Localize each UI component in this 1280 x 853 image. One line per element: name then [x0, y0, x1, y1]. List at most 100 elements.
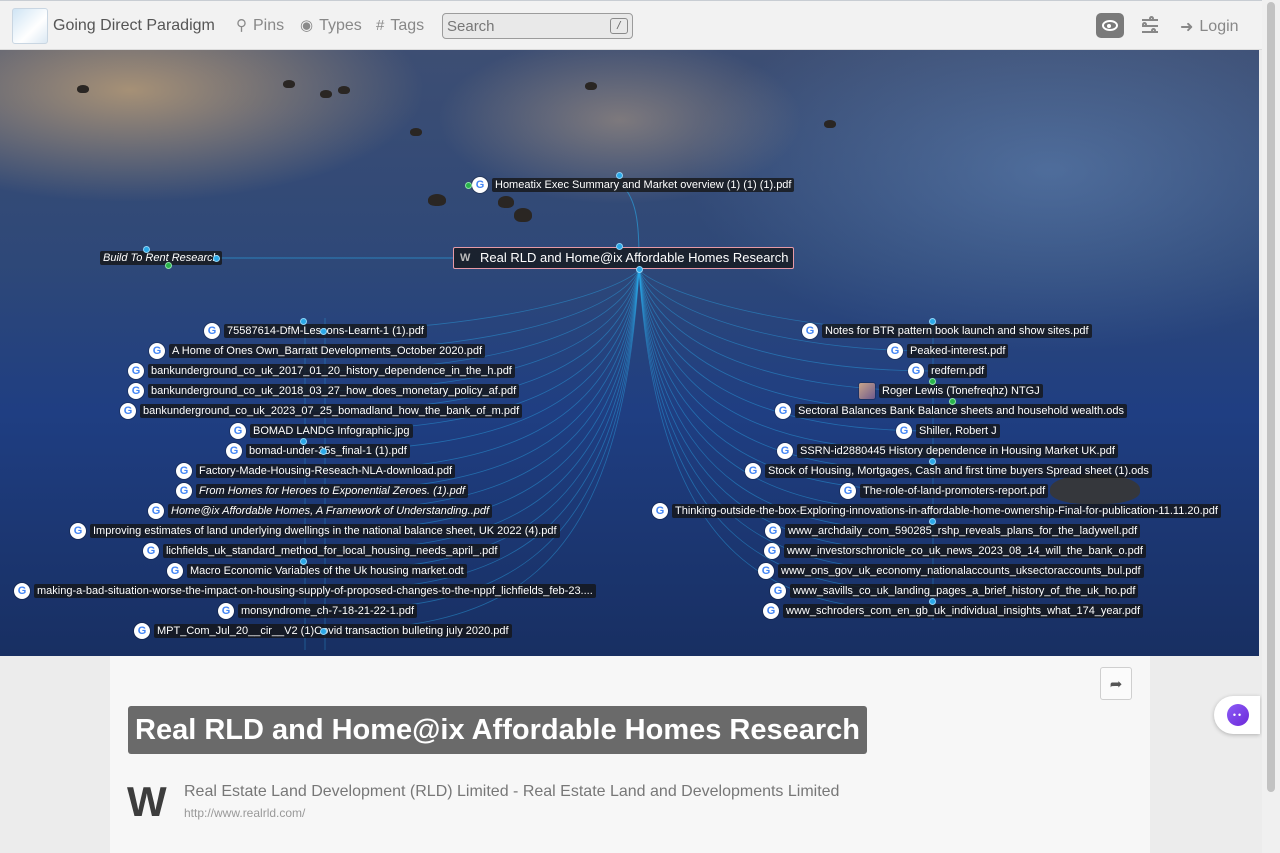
left-node-label: bankunderground_co_uk_2023_07_25_bomadla…: [140, 404, 523, 418]
google-icon: G: [770, 583, 786, 599]
left-node-label: bankunderground_co_uk_2017_01_20_history…: [148, 364, 515, 378]
left-parent-label: Build To Rent Research: [100, 251, 222, 265]
avatar-icon: [859, 383, 875, 399]
google-icon: G: [70, 523, 86, 539]
right-node[interactable]: Gwww_schroders_com_en_gb_uk_individual_i…: [763, 602, 1144, 620]
graph-node-dot[interactable]: [929, 598, 936, 605]
graph-node-dot[interactable]: [213, 255, 220, 262]
link-preview-url[interactable]: http://www.realrld.com/: [184, 806, 305, 820]
graph-node-dot[interactable]: [300, 558, 307, 565]
google-icon: G: [226, 443, 242, 459]
right-node[interactable]: Gwww_savills_co_uk_landing_pages_a_brief…: [770, 582, 1139, 600]
page-scrollbar[interactable]: [1262, 0, 1280, 853]
graph-link: [638, 269, 934, 452]
graph-node-dot[interactable]: [320, 628, 327, 635]
nav-pins[interactable]: ⚲ Pins: [236, 17, 284, 35]
view-toggle-button[interactable]: [1096, 13, 1124, 38]
nav-pins-label: Pins: [253, 17, 285, 34]
right-node-label: redfern.pdf: [928, 364, 988, 378]
right-node[interactable]: Gwww_archdaily_com_590285_rshp_reveals_p…: [765, 522, 1141, 540]
center-node[interactable]: W Real RLD and Home@ix Affordable Homes …: [453, 247, 794, 269]
graph-node-dot[interactable]: [929, 458, 936, 465]
chat-assistant-button[interactable]: ••: [1214, 696, 1260, 734]
graph-node-dot[interactable]: [616, 172, 623, 179]
graph-node-dot[interactable]: [929, 518, 936, 525]
left-node[interactable]: Gbankunderground_co_uk_2018_03_27_how_do…: [128, 382, 520, 400]
link-preview-title[interactable]: Real Estate Land Development (RLD) Limit…: [184, 783, 839, 801]
google-icon: G: [765, 523, 781, 539]
graph-node-dot[interactable]: [300, 438, 307, 445]
login-link[interactable]: ➜ Login: [1180, 17, 1239, 37]
graph-node-dot[interactable]: [465, 182, 472, 189]
google-icon: G: [128, 363, 144, 379]
right-node[interactable]: G The-role-of-land-promoters-report.pdf: [840, 482, 1049, 500]
right-node[interactable]: G Peaked-interest.pdf: [887, 342, 1009, 360]
page-title: Real RLD and Home@ix Affordable Homes Re…: [128, 706, 867, 754]
left-parent-node[interactable]: Build To Rent Research: [100, 249, 222, 267]
left-node[interactable]: G From Homes for Heroes to Exponential Ze…: [176, 482, 468, 500]
login-icon: ➜: [1180, 19, 1194, 36]
right-node[interactable]: G Thinking-outside-the-box-Exploring-inno…: [652, 502, 1221, 520]
left-node[interactable]: Gbankunderground_co_uk_2017_01_20_histor…: [128, 362, 515, 380]
left-node[interactable]: Glichfields_uk_standard_method_for_local…: [143, 542, 501, 560]
google-icon: G: [802, 323, 818, 339]
left-node[interactable]: Gmonsyndrome_ch-7-18-21-22-1.pdf: [218, 602, 418, 620]
nav-tags[interactable]: # Tags: [376, 17, 424, 35]
top-node[interactable]: G Homeatix Exec Summary and Market overv…: [472, 176, 795, 194]
right-node[interactable]: G Stock of Housing, Mortgages, Cash and f…: [745, 462, 1152, 480]
knowledge-graph-canvas[interactable]: W Real RLD and Home@ix Affordable Homes …: [0, 50, 1259, 656]
left-node-label: From Homes for Heroes to Exponential Zer…: [196, 484, 468, 498]
left-node[interactable]: G A Home of Ones Own_Barratt Developments…: [149, 342, 485, 360]
share-button[interactable]: ➦: [1100, 667, 1132, 700]
right-node[interactable]: G Notes for BTR pattern book launch and s…: [802, 322, 1092, 340]
search-input[interactable]: [443, 14, 632, 38]
left-node-label: Macro Economic Variables of the Uk housi…: [187, 564, 467, 578]
left-node[interactable]: Gbomad-under-35s_final-1 (1).pdf: [226, 442, 410, 460]
google-icon: G: [176, 483, 192, 499]
graph-link: [638, 269, 934, 472]
right-node-label: www_savills_co_uk_landing_pages_a_brief_…: [790, 584, 1139, 598]
weebly-logo: W: [127, 778, 167, 825]
left-node[interactable]: Gbankunderground_co_uk_2023_07_25_bomadl…: [120, 402, 523, 420]
right-node[interactable]: G SSRN-id2880445 History dependence in Ho…: [777, 442, 1118, 460]
right-node-label: The-role-of-land-promoters-report.pdf: [860, 484, 1049, 498]
center-node-label: Real RLD and Home@ix Affordable Homes Re…: [480, 250, 789, 265]
left-node[interactable]: Gmaking-a-bad-situation-worse-the-impact…: [14, 582, 596, 600]
graph-node-dot[interactable]: [320, 448, 327, 455]
left-node[interactable]: G Improving estimates of land underlying …: [70, 522, 560, 540]
nav-types[interactable]: ◉ Types: [300, 17, 362, 35]
google-icon: G: [763, 603, 779, 619]
right-node[interactable]: Gwww_ons_gov_uk_economy_nationalaccounts…: [758, 562, 1144, 580]
top-node-label: Homeatix Exec Summary and Market overvie…: [492, 178, 795, 192]
google-icon: G: [120, 403, 136, 419]
left-node[interactable]: G 75587614-DfM-Lessons-Learnt-1 (1).pdf: [204, 322, 427, 340]
left-node[interactable]: G Factory-Made-Housing-Reseach-NLA-downlo…: [176, 462, 456, 480]
google-icon: G: [14, 583, 30, 599]
graph-node-dot[interactable]: [300, 318, 307, 325]
google-icon: G: [472, 177, 488, 193]
left-node[interactable]: G BOMAD LANDG Infographic.jpg: [230, 422, 413, 440]
scrollbar-thumb[interactable]: [1267, 2, 1275, 792]
graph-node-dot[interactable]: [320, 328, 327, 335]
graph-node-dot[interactable]: [929, 318, 936, 325]
right-node[interactable]: Gredfern.pdf: [908, 362, 988, 380]
nav-tags-label: Tags: [390, 17, 425, 34]
graph-node-dot[interactable]: [616, 243, 623, 250]
settings-sliders-button[interactable]: [1140, 16, 1160, 36]
google-icon: G: [775, 403, 791, 419]
eye-icon: [1102, 20, 1118, 31]
right-node[interactable]: Gwww_investorschronicle_co_uk_news_2023_…: [764, 542, 1146, 560]
search-shortcut-key: /: [610, 18, 628, 34]
right-node[interactable]: G Shiller, Robert J: [896, 422, 1000, 440]
left-node[interactable]: G Macro Economic Variables of the Uk hous…: [167, 562, 467, 580]
graph-node-dot[interactable]: [165, 262, 172, 269]
graph-node-dot[interactable]: [636, 266, 643, 273]
site-logo[interactable]: [12, 8, 48, 44]
graph-node-dot[interactable]: [949, 398, 956, 405]
site-title[interactable]: Going Direct Paradigm: [53, 17, 215, 35]
right-node-label: www_ons_gov_uk_economy_nationalaccounts_…: [778, 564, 1144, 578]
graph-node-dot[interactable]: [143, 246, 150, 253]
right-node-label: Thinking-outside-the-box-Exploring-innov…: [672, 504, 1221, 518]
graph-node-dot[interactable]: [929, 378, 936, 385]
left-node[interactable]: G Home@ix Affordable Homes, A Framework o…: [148, 502, 493, 520]
